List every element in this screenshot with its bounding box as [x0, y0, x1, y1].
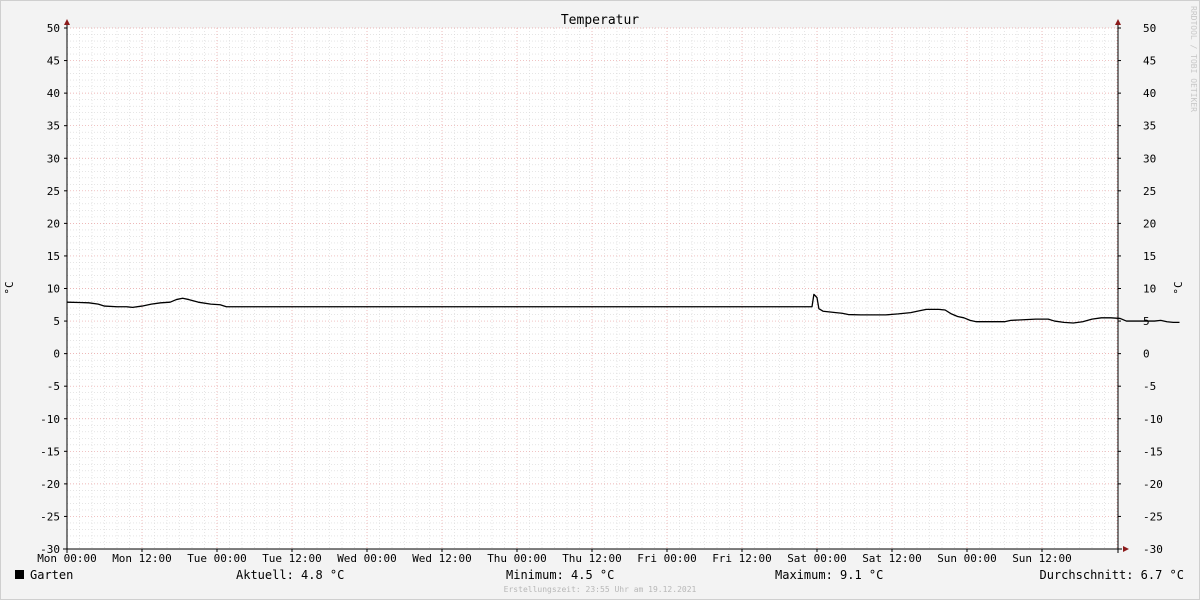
y-tick-label-left: 40 [47, 87, 60, 100]
y-tick-label-right: 50 [1143, 22, 1156, 35]
x-tick-label: Tue 00:00 [187, 552, 247, 565]
y-tick-label-left: 25 [47, 185, 60, 198]
y-tick-label-left: -10 [40, 413, 60, 426]
y-tick-labels-left: -30-25-20-15-10-505101520253035404550 [40, 22, 60, 556]
chart-title: Temperatur [561, 13, 639, 28]
x-tick-label: Tue 12:00 [262, 552, 322, 565]
y-axis-arrow-left [64, 19, 70, 25]
y-tick-label-right: 15 [1143, 250, 1156, 263]
legend-current: Aktuell: 4.8 °C [236, 568, 344, 582]
creation-time: Erstellungszeit: 23:55 Uhr am 19.12.2021 [504, 585, 697, 594]
y-tick-label-right: -10 [1143, 413, 1163, 426]
legend-series-name: Garten [30, 568, 73, 582]
y-tick-label-right: -5 [1143, 380, 1156, 393]
y-tick-label-right: 10 [1143, 283, 1156, 296]
y-tick-label-left: 35 [47, 120, 60, 133]
legend-swatch-garten [15, 570, 24, 579]
y-tick-label-left: -25 [40, 510, 60, 523]
legend-average: Durchschnitt: 6.7 °C [1040, 568, 1185, 582]
x-tick-labels: Mon 00:00 Mon 12:00 Tue 00:00 Tue 12:00 Wed … [37, 552, 1072, 565]
y-tick-label-right: 0 [1143, 348, 1150, 361]
y-axis-label-right: °C [1172, 281, 1185, 294]
y-tick-label-left: 0 [53, 348, 60, 361]
y-tick-label-right: -25 [1143, 510, 1163, 523]
y-tick-label-right: 30 [1143, 152, 1156, 165]
y-tick-label-right: 20 [1143, 217, 1156, 230]
x-tick-label: Sat 00:00 [787, 552, 847, 565]
y-tick-label-right: -20 [1143, 478, 1163, 491]
x-tick-label: Fri 00:00 [637, 552, 697, 565]
y-tick-label-right: 40 [1143, 87, 1156, 100]
y-tick-label-left: 30 [47, 152, 60, 165]
x-tick-label: Mon 12:00 [112, 552, 172, 565]
y-tick-label-right: 35 [1143, 120, 1156, 133]
y-tick-label-left: -20 [40, 478, 60, 491]
y-tick-label-left: 10 [47, 283, 60, 296]
y-tick-label-left: 15 [47, 250, 60, 263]
x-tick-label: Fri 12:00 [712, 552, 772, 565]
temperature-chart: -30-25-20-15-10-505101520253035404550 -3… [3, 6, 1198, 594]
x-axis-arrow [1123, 546, 1129, 552]
y-tick-label-right: 45 [1143, 55, 1156, 68]
y-tick-label-left: 20 [47, 217, 60, 230]
x-tick-label: Sun 00:00 [937, 552, 997, 565]
y-tick-label-right: -30 [1143, 543, 1163, 556]
x-tick-label: Thu 00:00 [487, 552, 547, 565]
legend-maximum: Maximum: 9.1 °C [775, 568, 883, 582]
x-tick-label: Wed 12:00 [412, 552, 472, 565]
y-tick-label-right: -15 [1143, 445, 1163, 458]
y-tick-label-left: 50 [47, 22, 60, 35]
y-tick-label-right: 25 [1143, 185, 1156, 198]
y-tick-label-left: 45 [47, 55, 60, 68]
watermark: RRDTOOL / TOBI OETIKER [1189, 6, 1198, 112]
y-axis-arrow-right [1115, 19, 1121, 25]
y-tick-label-left: 5 [53, 315, 60, 328]
x-tick-label: Sun 12:00 [1012, 552, 1072, 565]
legend-minimum: Minimum: 4.5 °C [506, 568, 614, 582]
x-tick-label: Mon 00:00 [37, 552, 97, 565]
x-tick-label: Wed 00:00 [337, 552, 397, 565]
y-tick-labels-right: -30-25-20-15-10-505101520253035404550 [1143, 22, 1163, 556]
x-tick-label: Thu 12:00 [562, 552, 622, 565]
x-tick-label: Sat 12:00 [862, 552, 922, 565]
y-axis-label-left: °C [3, 281, 16, 294]
y-tick-label-left: -15 [40, 445, 60, 458]
y-tick-label-left: -5 [47, 380, 60, 393]
